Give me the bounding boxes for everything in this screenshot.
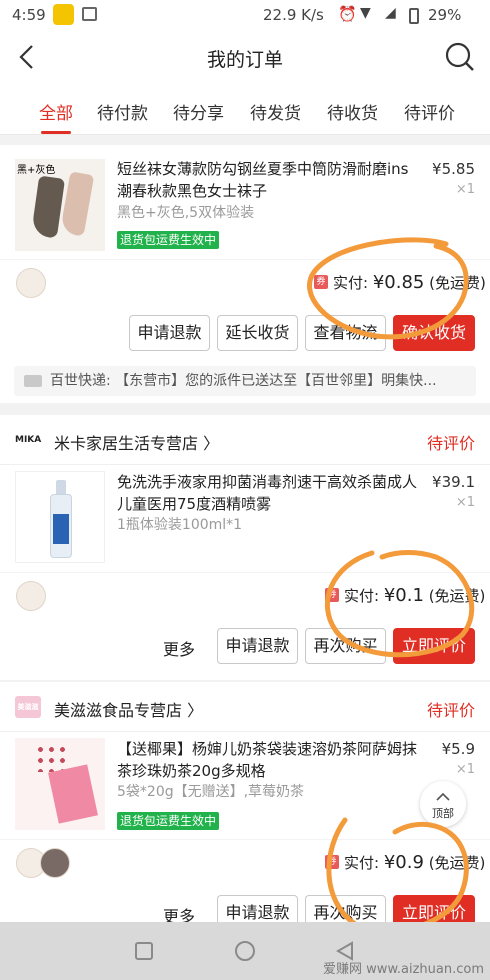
avatar [40, 848, 70, 878]
alarm-icon: ⏰ [338, 5, 357, 23]
order-card: 美滋滋 美滋滋食品专营店 〉 待评价 【送椰果】杨婶儿奶茶袋装速溶奶茶阿萨姆抹茶… [0, 682, 490, 931]
image-notification-icon [82, 7, 97, 21]
tab-pending-review[interactable]: 待评价 [404, 99, 455, 124]
product-name[interactable]: 免洗洗手液家用抑菌消毒剂速干高效杀菌成人儿童医用75度酒精喷雾 [117, 471, 417, 515]
avatar [16, 581, 46, 611]
paid-value: ¥0.1 [383, 585, 424, 606]
product-spec: 5袋*20g【无赠送】,草莓奶茶 [117, 784, 305, 800]
product-price: ¥5.9 [441, 740, 475, 758]
return-shipping-badge: 退货包运费生效中 [117, 812, 220, 830]
milk-tea-box-image [48, 764, 98, 824]
order-tabs: 全部 待付款 待分享 待发货 待收货 待评价 [0, 85, 490, 135]
product-spec: 黑色+灰色,5双体验装 [117, 205, 255, 221]
active-tab-indicator [41, 131, 71, 134]
coupon-icon: 券 [325, 855, 339, 869]
chevron-up-icon [436, 792, 450, 801]
tab-pending-payment[interactable]: 待付款 [97, 99, 148, 124]
back-to-top-button[interactable]: 顶部 [420, 781, 466, 827]
payment-row: 券 实付: ¥0.85 (免运费) [0, 259, 490, 305]
recent-apps-icon[interactable] [135, 942, 153, 960]
shipping-note: (免运费) [428, 587, 486, 605]
product-name[interactable]: 短丝袜女薄款防勾钢丝夏季中筒防滑耐磨ins潮春秋款黑色女士袜子 [117, 158, 417, 202]
coupon-icon: 券 [314, 275, 328, 289]
tab-pending-receipt[interactable]: 待收货 [327, 99, 378, 124]
review-now-button[interactable]: 立即评价 [393, 628, 475, 664]
sock-image [30, 175, 66, 239]
order-status: 待评价 [426, 434, 475, 453]
wifi-icon: ▼ [360, 5, 371, 21]
shop-logo: MIKA [15, 435, 42, 445]
home-icon[interactable] [235, 941, 255, 961]
paid-amount: 实付: ¥0.85 (免运费) [333, 272, 486, 293]
product-price: ¥39.1 [432, 473, 475, 491]
confirm-receipt-button[interactable]: 确认收货 [393, 315, 475, 351]
paid-label: 实付: [344, 854, 384, 872]
shop-name[interactable]: 美滋滋食品专营店 〉 [54, 697, 203, 721]
paid-label: 实付: [344, 587, 384, 605]
network-speed: 22.9 K/s [263, 6, 324, 24]
more-button[interactable]: 更多 [163, 636, 195, 660]
return-shipping-badge: 退货包运费生效中 [117, 231, 220, 249]
product-price: ¥5.85 [432, 160, 475, 178]
watermark: 爱赚网 www.aizhuan.com [323, 962, 484, 977]
tab-pending-share[interactable]: 待分享 [173, 99, 224, 124]
paid-label: 实付: [333, 274, 373, 292]
product-name[interactable]: 【送椰果】杨婶儿奶茶袋装速溶奶茶阿萨姆抹茶珍珠奶茶20g多规格 [117, 738, 417, 782]
payment-row: 券 实付: ¥0.9 (免运费) [0, 839, 490, 885]
view-logistics-button[interactable]: 查看物流 [305, 315, 386, 351]
app-notification-icon [53, 4, 74, 25]
action-row: 申请退款 延长收货 查看物流 确认收货 [0, 309, 490, 359]
status-bar: 4:59 22.9 K/s ⏰ ▼ ◢ 29% [0, 0, 490, 30]
header-bar: 我的订单 [0, 30, 490, 85]
product-spec: 1瓶体验装100ml*1 [117, 517, 243, 533]
truck-icon [24, 375, 42, 387]
status-time: 4:59 [12, 6, 46, 24]
action-row: 更多 申请退款 再次购买 立即评价 [0, 622, 490, 672]
avatar [16, 268, 46, 298]
product-thumbnail[interactable] [15, 471, 105, 563]
shipping-note: (免运费) [429, 274, 486, 292]
order-card: MIKA 米卡家居生活专营店 〉 待评价 免洗洗手液家用抑菌消毒剂速干高效杀菌成… [0, 415, 490, 680]
shop-name[interactable]: 米卡家居生活专营店 〉 [54, 430, 219, 454]
buy-again-button[interactable]: 再次购买 [305, 628, 386, 664]
battery-level: 29% [428, 6, 462, 24]
shop-header[interactable]: 美滋滋 美滋滋食品专营店 〉 待评价 [0, 682, 490, 732]
shop-logo: 美滋滋 [15, 696, 41, 718]
back-to-top-label: 顶部 [432, 807, 454, 820]
tab-all[interactable]: 全部 [39, 99, 73, 124]
extend-receipt-button[interactable]: 延长收货 [217, 315, 298, 351]
order-card: 黑+灰色 短丝袜女薄款防勾钢丝夏季中筒防滑耐磨ins潮春秋款黑色女士袜子 黑色+… [0, 145, 490, 403]
bottle-label-image [53, 514, 69, 544]
order-status: 待评价 [426, 701, 475, 720]
shipping-note: (免运费) [428, 854, 486, 872]
paid-value: ¥0.85 [372, 272, 425, 293]
paid-value: ¥0.9 [383, 852, 424, 873]
product-quantity: ×1 [455, 762, 475, 777]
product-quantity: ×1 [455, 495, 475, 510]
system-nav-bar: 爱赚网 www.aizhuan.com [0, 922, 490, 980]
product-thumbnail[interactable] [15, 738, 105, 830]
request-refund-button[interactable]: 申请退款 [217, 628, 298, 664]
signal-icon: ◢ [385, 5, 396, 21]
shop-header[interactable]: MIKA 米卡家居生活专营店 〉 待评价 [0, 415, 490, 465]
request-refund-button[interactable]: 申请退款 [129, 315, 210, 351]
thumbnail-label: 黑+灰色 [17, 165, 56, 176]
page-title: 我的订单 [206, 49, 283, 71]
logistics-text: 百世快递: 【东营市】您的派件已送达至【百世邻里】明集快... [50, 373, 437, 389]
sock-image [59, 171, 95, 237]
product-quantity: ×1 [455, 182, 475, 197]
search-icon[interactable] [444, 41, 476, 73]
payment-row: 券 实付: ¥0.1 (免运费) [0, 572, 490, 618]
boba-image [35, 744, 69, 772]
paid-amount: 实付: ¥0.1 (免运费) [344, 585, 485, 606]
coupon-icon: 券 [325, 588, 339, 602]
product-thumbnail[interactable]: 黑+灰色 [15, 159, 105, 251]
battery-icon [409, 8, 419, 24]
logistics-info[interactable]: 百世快递: 【东营市】您的派件已送达至【百世邻里】明集快... [14, 366, 476, 396]
paid-amount: 实付: ¥0.9 (免运费) [344, 852, 485, 873]
tab-pending-shipment[interactable]: 待发货 [250, 99, 301, 124]
